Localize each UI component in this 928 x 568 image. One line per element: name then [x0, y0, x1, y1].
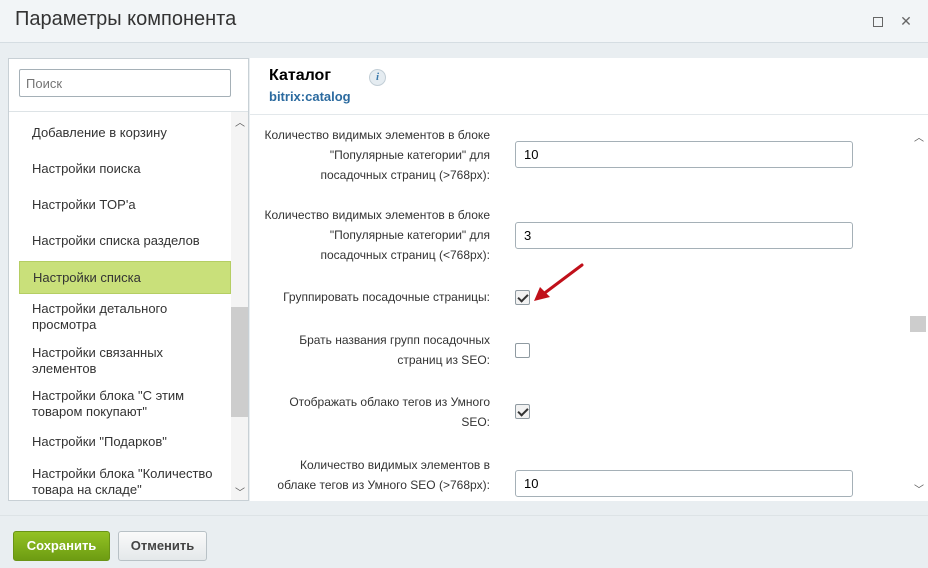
- info-icon[interactable]: i: [369, 69, 386, 86]
- red-arrow-icon: [534, 263, 584, 301]
- close-icon[interactable]: ✕: [898, 13, 914, 29]
- cancel-button[interactable]: Отменить: [118, 531, 207, 561]
- dialog-body: Добавление в корзину Настройки поиска На…: [0, 43, 928, 515]
- sidebar-scrollbar[interactable]: ︿ ﹀: [231, 112, 248, 500]
- tag-cloud-desktop-input[interactable]: [515, 470, 853, 497]
- param-label: Брать названия групп посадочных страниц …: [299, 333, 490, 367]
- sidebar: Добавление в корзину Настройки поиска На…: [8, 58, 249, 501]
- sidebar-item-search-settings[interactable]: Настройки поиска: [19, 161, 231, 177]
- save-button[interactable]: Сохранить: [13, 531, 110, 561]
- scrollbar-thumb[interactable]: [231, 307, 248, 417]
- scrollbar-thumb[interactable]: [910, 316, 926, 332]
- param-label: Количество видимых элементов в облаке те…: [277, 458, 490, 492]
- component-code: bitrix:catalog: [269, 89, 351, 104]
- component-title: Каталог: [269, 67, 331, 84]
- sidebar-menu: Добавление в корзину Настройки поиска На…: [9, 112, 231, 500]
- popular-categories-desktop-input[interactable]: [515, 141, 853, 168]
- group-landing-pages-checkbox[interactable]: [515, 290, 530, 305]
- seo-group-names-checkbox[interactable]: [515, 343, 530, 358]
- sidebar-item-add-to-cart[interactable]: Добавление в корзину: [19, 125, 231, 141]
- dialog-title: Параметры компонента: [15, 8, 237, 30]
- sidebar-item-also-bought-settings[interactable]: Настройки блока "С этим товаром покупают…: [19, 388, 209, 420]
- sidebar-item-detail-settings[interactable]: Настройки детального просмотра: [19, 301, 194, 333]
- popular-categories-mobile-input[interactable]: [515, 222, 853, 249]
- param-label: Количество видимых элементов в блоке "По…: [264, 208, 490, 262]
- show-tag-cloud-checkbox[interactable]: [515, 404, 530, 419]
- params-scrollbar[interactable]: ︿ ﹀: [908, 130, 926, 500]
- dialog-footer: Сохранить Отменить: [0, 515, 928, 568]
- sidebar-item-top-settings[interactable]: Настройки TOP'а: [19, 197, 231, 213]
- search-input[interactable]: [19, 69, 231, 97]
- sidebar-item-list-settings[interactable]: Настройки списка: [19, 261, 231, 294]
- sidebar-item-section-list-settings[interactable]: Настройки списка разделов: [19, 233, 231, 249]
- param-label: Количество видимых элементов в блоке "По…: [264, 128, 490, 182]
- chevron-up-icon[interactable]: ︿: [235, 119, 245, 129]
- chevron-down-icon[interactable]: ﹀: [914, 486, 924, 496]
- chevron-up-icon[interactable]: ︿: [914, 134, 924, 144]
- sidebar-item-gifts-settings[interactable]: Настройки "Подарков": [19, 434, 231, 450]
- params-panel: Каталог i bitrix:catalog Количество види…: [250, 58, 928, 501]
- params-form: Количество видимых элементов в блоке "По…: [250, 115, 908, 501]
- dialog-titlebar: Параметры компонента ✕: [0, 0, 928, 43]
- maximize-icon[interactable]: [870, 13, 886, 29]
- sidebar-item-related-settings[interactable]: Настройки связанных элементов: [19, 345, 179, 377]
- sidebar-item-stock-settings[interactable]: Настройки блока "Количество товара на ск…: [19, 466, 219, 498]
- chevron-down-icon[interactable]: ﹀: [235, 489, 245, 499]
- param-label: Отображать облако тегов из Умного SEO:: [289, 395, 490, 429]
- param-label: Группировать посадочные страницы:: [283, 290, 490, 304]
